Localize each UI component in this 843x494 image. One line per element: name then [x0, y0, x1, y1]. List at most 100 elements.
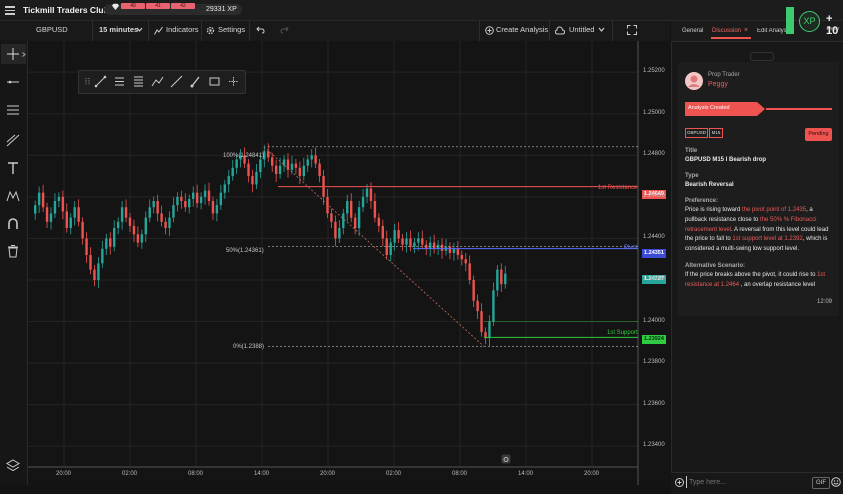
menu-icon[interactable]	[5, 4, 15, 15]
candle-body	[227, 176, 230, 185]
crosshair-small-icon[interactable]	[227, 75, 240, 88]
candle-body	[294, 163, 298, 168]
candle-body	[93, 269, 96, 280]
chart-canvas[interactable]	[28, 41, 670, 485]
alternative-text: If the price breaks above the pivot, it …	[685, 271, 835, 291]
redo-icon[interactable]	[280, 26, 289, 34]
crosshair-icon[interactable]	[6, 47, 20, 61]
price-chart[interactable]	[28, 41, 670, 485]
candle-body	[89, 255, 92, 270]
brush-icon[interactable]	[189, 75, 202, 88]
xp-total: 29331 XP	[206, 6, 237, 13]
trend-line-icon[interactable]	[6, 133, 20, 147]
candle-body	[310, 155, 313, 160]
candle-body	[41, 192, 45, 208]
candle-body	[405, 238, 408, 245]
tab-general[interactable]: General	[682, 28, 703, 34]
chat-input[interactable]	[686, 476, 809, 488]
settings-button[interactable]: Settings	[218, 25, 245, 34]
analysis-type: Bearish Reversal	[685, 182, 734, 188]
avatar[interactable]	[685, 72, 703, 90]
candle-body	[132, 225, 136, 235]
rectangle-icon[interactable]	[208, 75, 221, 88]
trash-icon[interactable]	[6, 244, 20, 258]
close-tab-icon[interactable]: ×	[744, 27, 748, 34]
chevron-down-icon[interactable]	[136, 27, 143, 32]
plus-circle-icon[interactable]	[485, 26, 494, 35]
status-badge: Pending	[805, 128, 832, 141]
candle-body	[330, 213, 333, 222]
create-analysis-button[interactable]: Create Analysis	[496, 25, 548, 34]
candle-body	[247, 163, 250, 177]
support-price-tag: 1.23924	[642, 335, 666, 344]
chevron-down-icon[interactable]	[598, 27, 605, 32]
drag-handle-icon[interactable]	[81, 75, 94, 88]
candle-body	[417, 238, 420, 243]
emoji-icon[interactable]	[831, 477, 841, 487]
pivot-label: Pivot	[624, 245, 638, 251]
candle-body	[73, 207, 76, 218]
tab-edit-analysis[interactable]: Edit Analysis	[757, 28, 787, 34]
parallel-lines-icon[interactable]	[113, 75, 126, 88]
pattern-icon[interactable]	[6, 189, 20, 203]
trader-name[interactable]: Peggy	[708, 80, 728, 90]
time-tick-label: 20:00	[584, 471, 600, 477]
candle-body	[219, 192, 223, 206]
date-separator	[750, 52, 774, 61]
fib-levels-icon[interactable]	[132, 75, 145, 88]
price-tick-label: 1.23400	[643, 442, 665, 449]
event-label: Analysis Created	[688, 105, 730, 111]
message-time: 12:09	[817, 299, 833, 305]
divider	[148, 21, 149, 41]
ray-icon[interactable]	[170, 75, 183, 88]
divider	[479, 21, 480, 41]
candle-body	[211, 201, 215, 214]
candle-body	[116, 221, 120, 229]
candle-body	[81, 221, 84, 239]
diamond-icon	[112, 3, 119, 10]
magnet-icon[interactable]	[6, 217, 20, 231]
price-tick-label: 1.23600	[643, 400, 665, 407]
undo-icon[interactable]	[256, 26, 265, 34]
candle-body	[381, 225, 384, 239]
layout-name[interactable]: Untitled	[569, 25, 594, 34]
interval-selector[interactable]: 15 minutes	[99, 25, 138, 34]
chevron-right-icon[interactable]	[22, 52, 26, 57]
layers-icon[interactable]	[6, 459, 20, 473]
symbol-selector[interactable]: GBPUSD	[36, 25, 68, 34]
candle-body	[109, 238, 112, 247]
add-attachment-icon[interactable]	[675, 478, 684, 487]
text-icon[interactable]	[6, 161, 20, 175]
candle-body	[492, 290, 495, 322]
support-label: 1st Support	[607, 330, 638, 336]
indicators-icon[interactable]	[154, 26, 163, 35]
xp-indicator-bar	[786, 7, 794, 34]
candle-body	[278, 165, 282, 174]
tab-discussion[interactable]: Discussion	[712, 28, 741, 34]
fib-0-label: 0%(1.2388)	[233, 344, 265, 350]
xp-badge: XP	[799, 11, 820, 32]
candle-body	[361, 196, 365, 208]
gif-button[interactable]: GIF	[812, 477, 830, 489]
candle-body	[69, 217, 72, 229]
candle-body	[172, 205, 175, 218]
line-tool-icon[interactable]	[94, 75, 107, 88]
daily-xp-label: Daily	[827, 26, 840, 32]
channel-icon[interactable]	[6, 103, 20, 117]
candle-body	[496, 269, 499, 291]
fullscreen-icon[interactable]	[627, 25, 637, 35]
candle-body	[160, 213, 163, 222]
candle-body	[500, 269, 503, 285]
price-tick-label: 1.24200	[643, 275, 665, 282]
gear-icon[interactable]	[206, 26, 215, 35]
indicators-button[interactable]: Indicators	[166, 25, 199, 34]
camera-icon[interactable]	[501, 454, 511, 464]
zigzag-icon[interactable]	[151, 75, 164, 88]
horizontal-line-icon[interactable]	[6, 75, 20, 89]
time-tick-label: 14:00	[254, 471, 270, 477]
candle-body	[215, 205, 219, 214]
candle-body	[176, 196, 179, 206]
candle-body	[452, 248, 456, 253]
candle-body	[140, 234, 144, 243]
candle-body	[397, 230, 400, 239]
